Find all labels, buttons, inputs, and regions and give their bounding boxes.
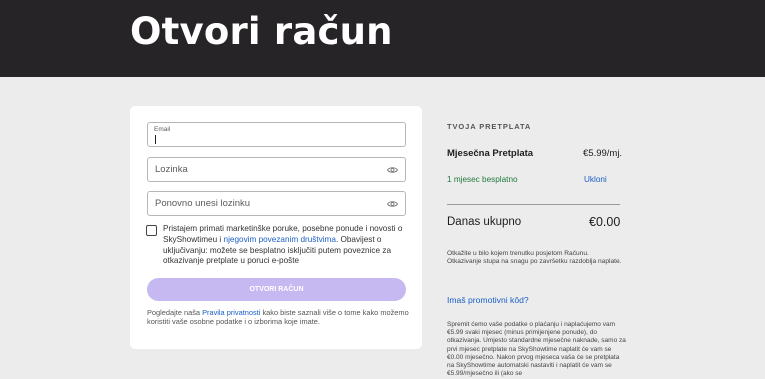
email-field-label: Email bbox=[154, 126, 171, 133]
total-label: Danas ukupno bbox=[447, 216, 522, 228]
promo-code-link[interactable]: Imaš promotivni kôd? bbox=[447, 295, 529, 305]
privacy-text-part: Pogledajte naša bbox=[147, 308, 203, 317]
plan-name: Mjesečna Pretplata bbox=[447, 148, 534, 159]
eye-icon[interactable] bbox=[387, 166, 398, 174]
remove-offer-link[interactable]: Ukloni bbox=[584, 175, 607, 184]
email-field[interactable]: Email bbox=[147, 122, 406, 147]
eye-icon[interactable] bbox=[387, 200, 398, 208]
page-title: Otvori račun bbox=[130, 10, 393, 53]
privacy-notice: Pogledajte naša Pravila privatnosti kako… bbox=[147, 308, 409, 327]
affiliates-link[interactable]: njegovim povezanim društvima bbox=[224, 235, 336, 244]
marketing-consent-checkbox[interactable] bbox=[146, 225, 157, 236]
subscription-heading: TVOJA PRETPLATA bbox=[447, 122, 532, 131]
total-value: €0.00 bbox=[589, 215, 621, 229]
text-cursor bbox=[155, 135, 156, 144]
password-placeholder: Lozinka bbox=[155, 164, 188, 175]
signup-form-card: Email Lozinka Ponovno unesi lozinku Pris… bbox=[130, 106, 422, 349]
marketing-consent-text: Pristajem primati marketinške poruke, po… bbox=[163, 224, 409, 267]
free-month-offer: 1 mjesec besplatno bbox=[447, 175, 518, 184]
billing-legal-text: Spremit ćemo vaše podatke o plaćanju i n… bbox=[447, 321, 626, 378]
confirm-password-placeholder: Ponovno unesi lozinku bbox=[155, 198, 251, 209]
open-account-button[interactable]: OTVORI RAČUN bbox=[147, 278, 406, 301]
plan-price: €5.99/mj. bbox=[583, 148, 623, 159]
privacy-policy-link[interactable]: Pravila privatnosti bbox=[202, 308, 260, 317]
confirm-password-field[interactable]: Ponovno unesi lozinku bbox=[147, 191, 406, 216]
page-header: Otvori račun bbox=[0, 0, 765, 77]
cancel-note: Otkažite u bilo kojem trenutku posjetom … bbox=[447, 250, 622, 266]
summary-divider bbox=[447, 204, 620, 205]
password-field[interactable]: Lozinka bbox=[147, 157, 406, 182]
